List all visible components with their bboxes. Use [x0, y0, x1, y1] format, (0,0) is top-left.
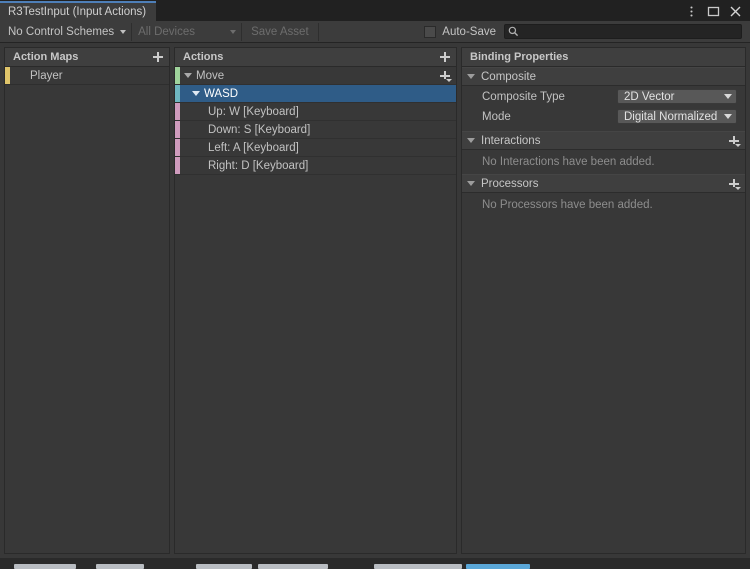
- tab-strip: R3TestInput (Input Actions): [0, 0, 750, 21]
- action-maps-header: Action Maps: [5, 48, 169, 67]
- composite-row[interactable]: WASD: [175, 85, 456, 103]
- taskbar-item[interactable]: [374, 564, 462, 569]
- composite-type-label: Composite Type: [482, 90, 565, 103]
- action-map-label: Player: [30, 69, 63, 82]
- actions-pane: Actions Move WASD Up: W [Keyboard] Down: S …: [174, 47, 457, 554]
- chevron-down-icon: [467, 74, 475, 79]
- row-label: Move: [196, 69, 225, 82]
- action-maps-list: Player: [5, 67, 169, 553]
- add-action-icon[interactable]: [438, 50, 452, 64]
- auto-save-checkbox[interactable]: [424, 25, 437, 38]
- tab-label: R3TestInput (Input Actions): [8, 6, 147, 18]
- devices-label: All Devices: [138, 25, 195, 38]
- composite-mode-label: Mode: [482, 110, 511, 123]
- action-maps-title: Action Maps: [13, 51, 79, 63]
- binding-row[interactable]: Up: W [Keyboard]: [175, 103, 456, 121]
- composite-type-value: 2D Vector: [624, 90, 675, 103]
- composite-type-row: Composite Type 2D Vector: [462, 87, 745, 106]
- actions-tree: Move WASD Up: W [Keyboard] Down: S [Keyboar…: [175, 67, 456, 553]
- interactions-section-header[interactable]: Interactions: [462, 131, 745, 150]
- taskbar-item[interactable]: [14, 564, 76, 569]
- row-label: Left: A [Keyboard]: [208, 141, 299, 154]
- row-label: Up: W [Keyboard]: [208, 105, 299, 118]
- auto-save-label: Auto-Save: [442, 25, 496, 38]
- binding-row[interactable]: Left: A [Keyboard]: [175, 139, 456, 157]
- taskbar-item[interactable]: [96, 564, 144, 569]
- action-map-row[interactable]: Player: [5, 67, 169, 85]
- interactions-title: Interactions: [481, 134, 541, 147]
- window-controls: [685, 2, 746, 20]
- toolbar: No Control Schemes All Devices Save Asse…: [0, 21, 750, 43]
- processors-empty-note: No Processors have been added.: [482, 199, 653, 211]
- row-label: Right: D [Keyboard]: [208, 159, 309, 172]
- chevron-down-icon: [724, 94, 732, 99]
- composite-title: Composite: [481, 70, 536, 83]
- add-action-map-icon[interactable]: [151, 50, 165, 64]
- actions-title: Actions: [183, 51, 224, 63]
- binding-row[interactable]: Down: S [Keyboard]: [175, 121, 456, 139]
- binding-properties-body: Composite Composite Type 2D Vector Mode …: [462, 67, 745, 553]
- editor-body: Action Maps Player Actions Move WASD Up: W…: [0, 43, 750, 558]
- actions-header: Actions: [175, 48, 456, 67]
- input-actions-window: R3TestInput (Input Actions) No Control S…: [0, 0, 750, 558]
- tab-input-actions[interactable]: R3TestInput (Input Actions): [0, 1, 157, 21]
- interactions-empty-note: No Interactions have been added.: [482, 156, 655, 168]
- processors-section-header[interactable]: Processors: [462, 174, 745, 193]
- row-label: WASD: [204, 87, 239, 100]
- search-icon: [508, 26, 519, 37]
- chevron-down-icon[interactable]: [192, 91, 200, 96]
- chevron-down-icon[interactable]: [184, 73, 192, 78]
- composite-type-dropdown[interactable]: 2D Vector: [617, 89, 737, 104]
- composite-section-header[interactable]: Composite: [462, 67, 745, 86]
- taskbar-item[interactable]: [258, 564, 328, 569]
- binding-properties-title: Binding Properties: [470, 51, 569, 63]
- chevron-down-icon: [467, 181, 475, 186]
- control-schemes-dropdown[interactable]: No Control Schemes: [2, 22, 133, 41]
- chevron-down-icon: [724, 114, 732, 119]
- binding-properties-header: Binding Properties: [462, 48, 745, 67]
- add-binding-icon[interactable]: [438, 69, 452, 83]
- action-maps-pane: Action Maps Player: [4, 47, 170, 554]
- binding-properties-pane: Binding Properties Composite Composite T…: [461, 47, 746, 554]
- taskbar-sliver: [0, 558, 750, 569]
- search-field[interactable]: [504, 24, 742, 39]
- auto-save-toggle[interactable]: Auto-Save: [418, 25, 504, 38]
- save-asset-button[interactable]: Save Asset: [242, 22, 319, 41]
- control-schemes-label: No Control Schemes: [8, 25, 115, 38]
- more-options-icon[interactable]: [685, 5, 698, 18]
- maximize-icon[interactable]: [707, 5, 720, 18]
- composite-mode-value: Digital Normalized: [624, 110, 718, 123]
- close-icon[interactable]: [729, 5, 742, 18]
- composite-section-body: Composite Type 2D Vector Mode Digital No…: [462, 87, 745, 131]
- composite-mode-row: Mode Digital Normalized: [462, 107, 745, 126]
- save-asset-label: Save Asset: [251, 25, 309, 38]
- devices-dropdown[interactable]: All Devices: [132, 22, 243, 41]
- row-label: Down: S [Keyboard]: [208, 123, 311, 136]
- search-input[interactable]: [519, 25, 741, 38]
- taskbar-item-active[interactable]: [466, 564, 530, 569]
- chevron-down-icon: [120, 29, 127, 34]
- composite-mode-dropdown[interactable]: Digital Normalized: [617, 109, 737, 124]
- binding-row[interactable]: Right: D [Keyboard]: [175, 157, 456, 175]
- taskbar-item[interactable]: [196, 564, 252, 569]
- add-processor-icon[interactable]: [727, 177, 741, 191]
- add-interaction-icon[interactable]: [727, 134, 741, 148]
- chevron-down-icon: [230, 29, 237, 34]
- action-row[interactable]: Move: [175, 67, 456, 85]
- chevron-down-icon: [467, 138, 475, 143]
- processors-title: Processors: [481, 177, 539, 190]
